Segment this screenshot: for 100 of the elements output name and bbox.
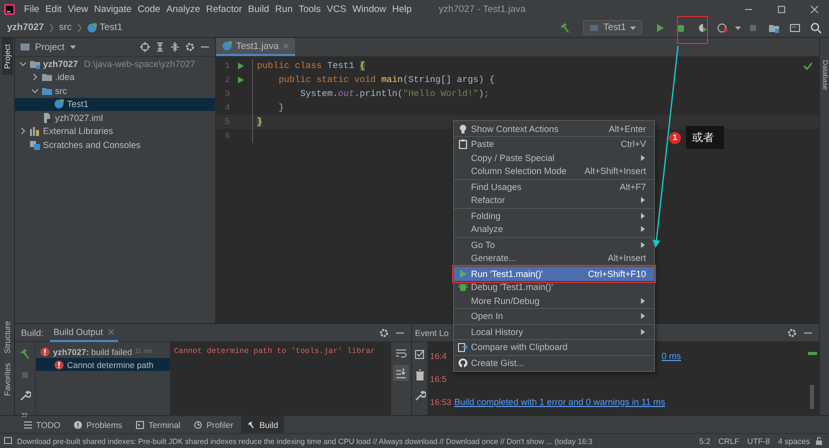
menu-item[interactable]: Generate... Alt+Insert — [454, 252, 654, 265]
scroll-end-icon[interactable] — [393, 365, 409, 381]
menu-item[interactable]: Build — [245, 4, 272, 14]
code-line: public class Test1 { — [257, 61, 366, 71]
hammer-icon — [247, 420, 256, 428]
menu-item[interactable]: Show Context Actions Alt+Enter — [454, 122, 654, 136]
breadcrumb[interactable]: yzh7027 — [7, 22, 44, 33]
locate-icon[interactable] — [140, 42, 150, 52]
breadcrumb[interactable]: Test1 — [100, 22, 122, 33]
menu-item[interactable]: Run — [272, 4, 296, 14]
submenu-arrow-icon — [640, 242, 646, 248]
menu-item[interactable]: Open In — [454, 310, 654, 323]
menu-item[interactable]: Go To — [454, 238, 654, 252]
menu-item[interactable]: Tools — [296, 4, 324, 14]
tool-tab[interactable]: TODO — [18, 416, 66, 433]
tree-label: External Libraries — [43, 126, 114, 136]
lock-icon[interactable] — [815, 437, 823, 445]
tree-label: src — [55, 86, 67, 96]
indent-setting[interactable]: 4 spaces — [778, 436, 810, 446]
tool-window-tab[interactable]: Favorites — [2, 358, 12, 401]
tree-item[interactable]: External Libraries — [15, 124, 215, 138]
maximize-icon[interactable] — [777, 4, 786, 14]
submenu-arrow-icon — [640, 298, 646, 304]
tree-item[interactable]: Scratches and Consoles — [15, 138, 215, 152]
event-link[interactable]: 0 ms — [662, 350, 682, 360]
more-icon[interactable] — [21, 411, 29, 419]
settings-icon[interactable] — [787, 328, 797, 338]
window-icon[interactable] — [789, 22, 801, 34]
tool-tab[interactable]: Terminal — [130, 416, 186, 433]
menu-item[interactable]: Paste Ctrl+V — [454, 138, 654, 151]
caret-icon[interactable] — [70, 44, 76, 50]
panel-title[interactable]: Event Lo — [415, 328, 449, 338]
caret-icon[interactable] — [735, 24, 741, 30]
close-icon[interactable] — [810, 4, 819, 14]
menu-item[interactable]: Analyze — [454, 222, 654, 236]
library-icon — [30, 126, 40, 136]
menu-item[interactable]: Copy / Paste Special — [454, 151, 654, 164]
menu-item[interactable]: View — [64, 4, 92, 14]
settings-icon[interactable] — [185, 42, 195, 52]
menu-item[interactable]: Folding — [454, 209, 654, 222]
run-icon[interactable] — [237, 76, 245, 84]
menu-item[interactable]: Debug 'Test1.main()' — [454, 280, 654, 294]
menu-item[interactable]: Help — [389, 4, 415, 14]
notification-icon[interactable] — [4, 437, 12, 445]
expand-all-icon[interactable] — [155, 42, 165, 52]
wrap-icon[interactable] — [395, 347, 407, 359]
tree-item[interactable]: .idea — [15, 70, 215, 84]
menu-item[interactable]: VCS — [324, 4, 350, 14]
tool-tab[interactable]: Problems — [68, 416, 128, 433]
hammer-icon[interactable] — [559, 22, 572, 34]
info-icon — [74, 420, 82, 428]
menu-item[interactable]: Column Selection Mode Alt+Shift+Insert — [454, 164, 654, 178]
search-icon[interactable] — [810, 22, 822, 34]
settings-icon[interactable] — [379, 328, 389, 338]
tree-item[interactable]: Cannot determine path — [36, 358, 170, 371]
submenu-arrow-icon — [640, 154, 646, 161]
breadcrumb[interactable]: src — [58, 22, 72, 33]
wrench-icon[interactable] — [19, 390, 31, 402]
menu-item[interactable]: Create Gist... — [454, 356, 654, 370]
tree-item[interactable]: src — [15, 84, 215, 98]
wrench-icon[interactable] — [414, 390, 426, 402]
code-line: } — [278, 103, 284, 113]
tree-item[interactable]: Test1 — [15, 98, 215, 111]
menu-item[interactable]: Code — [134, 4, 164, 14]
run-icon[interactable] — [654, 22, 666, 34]
menu-item[interactable]: Local History — [454, 325, 654, 338]
panel-title[interactable]: Project — [35, 42, 65, 52]
menu-item[interactable]: Window — [349, 4, 390, 14]
hammer-icon[interactable] — [19, 348, 31, 360]
tree-item[interactable]: yzh7027 D:\java-web-space\yzh7027 — [15, 57, 215, 70]
menu-item[interactable]: Refactor — [203, 4, 246, 14]
run-icon[interactable] — [237, 62, 245, 70]
tool-window-tab[interactable]: Structure — [2, 316, 12, 358]
menu-item[interactable]: Edit — [42, 4, 65, 14]
tool-tab[interactable]: Build — [241, 416, 284, 433]
tool-tab[interactable]: Profiler — [188, 416, 240, 433]
caret-position[interactable]: 5:2 — [699, 436, 710, 446]
menu-item[interactable]: File — [21, 4, 42, 14]
file-encoding[interactable]: UTF-8 — [747, 436, 770, 446]
tree-label: yzh7027: build failed — [53, 346, 132, 356]
line-separator[interactable]: CRLF — [718, 436, 740, 446]
panel-tab[interactable]: Build Output — [50, 323, 118, 342]
tree-item[interactable]: yzh7027.iml — [15, 111, 215, 124]
menu-item[interactable]: Run 'Test1.main()' Ctrl+Shift+F10 — [454, 267, 654, 280]
run-config-dropdown[interactable]: Test1 — [583, 20, 642, 35]
trash-icon[interactable] — [414, 369, 426, 381]
editor-tab[interactable]: Test1.java — [216, 38, 295, 56]
mark-read-icon[interactable] — [414, 348, 426, 360]
tool-window-tab[interactable]: Project — [2, 38, 12, 75]
panel-icon — [20, 42, 30, 52]
collapse-all-icon[interactable] — [170, 42, 180, 52]
menu-item[interactable]: Refactor — [454, 194, 654, 207]
event-link[interactable]: Build completed with 1 error and 0 warnings in 11 ms — [454, 396, 666, 406]
menu-item[interactable]: More Run/Debug — [454, 294, 654, 308]
menu-item[interactable]: Find Usages Alt+F7 — [454, 180, 654, 194]
menu-item[interactable]: Navigate — [91, 4, 135, 14]
menu-item[interactable]: Compare with Clipboard — [454, 340, 654, 354]
line-number: 1 — [224, 61, 230, 71]
chevron-icon[interactable] — [19, 127, 27, 136]
menu-item[interactable]: Analyze — [163, 4, 204, 14]
